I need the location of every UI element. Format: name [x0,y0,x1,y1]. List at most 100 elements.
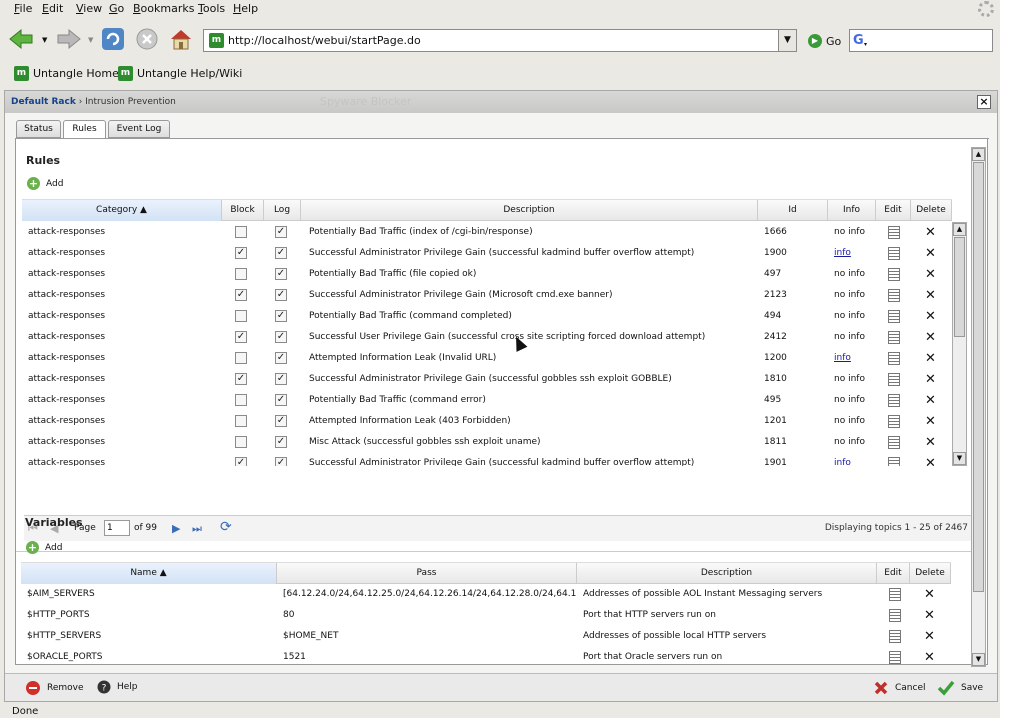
log-checkbox[interactable]: ✓ [275,394,287,406]
home-button[interactable] [166,24,196,54]
google-search-icon[interactable]: G [853,33,864,48]
next-page-icon[interactable]: ▶ [172,522,180,535]
column-header-delete[interactable]: Delete [910,563,951,584]
edit-icon[interactable] [888,226,900,239]
delete-icon[interactable]: ✕ [924,586,935,603]
table-row[interactable]: $HTTP_SERVERS $HOME_NET Addresses of possi… [21,626,951,647]
delete-icon[interactable]: ✕ [925,434,936,451]
log-checkbox[interactable]: ✓ [275,289,287,301]
delete-icon[interactable]: ✕ [925,308,936,325]
block-checkbox[interactable] [235,268,247,280]
table-row[interactable]: attack-responses ✓ Misc Attack (successful… [22,432,952,453]
log-checkbox[interactable]: ✓ [275,436,287,448]
back-button[interactable] [6,24,36,54]
edit-icon[interactable] [888,268,900,281]
edit-icon[interactable] [889,588,901,601]
rules-scrollbar[interactable]: ▲ ▼ [952,222,967,466]
stop-button[interactable] [132,24,162,54]
edit-icon[interactable] [888,247,900,260]
menu-file[interactable]: File [14,2,32,15]
edit-icon[interactable] [888,289,900,302]
column-header-description[interactable]: Description [301,200,758,221]
bookmark-untangle-home[interactable]: m Untangle Home [14,66,119,81]
column-header-category[interactable]: Category ▲ [22,200,222,221]
log-checkbox[interactable]: ✓ [275,268,287,280]
table-row[interactable]: attack-responses ✓ Attempted Information L… [22,348,952,369]
page-number-input[interactable] [104,520,130,536]
table-row[interactable]: attack-responses ✓ ✓ Successful Administrat… [22,285,952,306]
delete-icon[interactable]: ✕ [925,392,936,409]
log-checkbox[interactable]: ✓ [275,331,287,343]
reload-button[interactable] [98,24,128,54]
column-header-edit[interactable]: Edit [877,563,910,584]
delete-icon[interactable]: ✕ [925,245,936,262]
delete-icon[interactable]: ✕ [925,266,936,283]
delete-icon[interactable]: ✕ [924,649,935,666]
block-checkbox[interactable] [235,310,247,322]
block-checkbox[interactable] [235,436,247,448]
log-checkbox[interactable]: ✓ [275,373,287,385]
table-row[interactable]: attack-responses ✓ Attempted Information L… [22,411,952,432]
table-row[interactable]: attack-responses ✓ ✓ Successful Administrat… [22,369,952,390]
block-checkbox[interactable]: ✓ [235,457,247,466]
column-header-var-description[interactable]: Description [577,563,877,584]
edit-icon[interactable] [888,415,900,428]
column-header-pass[interactable]: Pass [277,563,577,584]
menu-view[interactable]: View [76,2,102,15]
column-header-block[interactable]: Block [222,200,264,221]
add-variable-button[interactable]: + Add [26,541,62,554]
menu-edit[interactable]: Edit [42,2,63,15]
table-row[interactable]: attack-responses ✓ Potentially Bad Traffic… [22,222,952,243]
row-info[interactable]: info [828,348,876,369]
table-row[interactable]: $ORACLE_PORTS 1521 Port that Oracle server… [21,647,951,668]
edit-icon[interactable] [889,630,901,643]
search-engine-dropdown-icon[interactable]: ▾ [864,41,867,48]
edit-icon[interactable] [888,331,900,344]
save-button[interactable]: Save [937,680,983,696]
forward-dropdown-icon[interactable]: ▼ [88,36,93,44]
delete-icon[interactable]: ✕ [925,350,936,367]
block-checkbox[interactable]: ✓ [235,331,247,343]
bookmark-untangle-help[interactable]: m Untangle Help/Wiki [118,66,242,81]
edit-icon[interactable] [888,373,900,386]
search-input[interactable]: G ▾ [849,29,993,52]
delete-icon[interactable]: ✕ [925,413,936,430]
block-checkbox[interactable] [235,352,247,364]
table-row[interactable]: attack-responses ✓ ✓ Successful Administrat… [22,453,952,466]
menu-bookmarks[interactable]: Bookmarks [133,2,194,15]
column-header-log[interactable]: Log [264,200,301,221]
edit-icon[interactable] [888,436,900,449]
log-checkbox[interactable]: ✓ [275,415,287,427]
forward-button[interactable] [54,24,84,54]
tab-event-log[interactable]: Event Log [108,120,170,138]
cancel-button[interactable]: Cancel [873,680,926,696]
tab-rules[interactable]: Rules [63,120,106,139]
menu-go[interactable]: Go [109,2,124,15]
scroll-up-icon[interactable]: ▲ [972,148,985,161]
column-header-delete[interactable]: Delete [911,200,952,221]
block-checkbox[interactable]: ✓ [235,289,247,301]
url-history-dropdown-icon[interactable]: ▼ [779,29,797,52]
go-button[interactable]: ▶ Go [808,32,841,50]
row-info[interactable]: info [828,453,876,466]
log-checkbox[interactable]: ✓ [275,352,287,364]
log-checkbox[interactable]: ✓ [275,457,287,466]
edit-icon[interactable] [889,609,901,622]
table-row[interactable]: $AIM_SERVERS [64.12.24.0/24,64.12.25.0/24… [21,584,951,605]
table-row[interactable]: $HTTP_PORTS 80 Port that HTTP servers run … [21,605,951,626]
table-row[interactable]: attack-responses ✓ Potentially Bad Traffic… [22,306,952,327]
table-row[interactable]: attack-responses ✓ ✓ Successful Administrat… [22,243,952,264]
menu-help[interactable]: Help [233,2,258,15]
table-row[interactable]: attack-responses ✓ Potentially Bad Traffic… [22,264,952,285]
delete-icon[interactable]: ✕ [925,224,936,241]
tab-status[interactable]: Status [16,120,61,138]
log-checkbox[interactable]: ✓ [275,310,287,322]
block-checkbox[interactable] [235,394,247,406]
block-checkbox[interactable]: ✓ [235,373,247,385]
row-info[interactable]: info [828,243,876,264]
delete-icon[interactable]: ✕ [924,607,935,624]
delete-icon[interactable]: ✕ [925,287,936,304]
remove-button[interactable]: Remove [25,680,84,696]
edit-icon[interactable] [889,651,901,664]
delete-icon[interactable]: ✕ [925,329,936,346]
